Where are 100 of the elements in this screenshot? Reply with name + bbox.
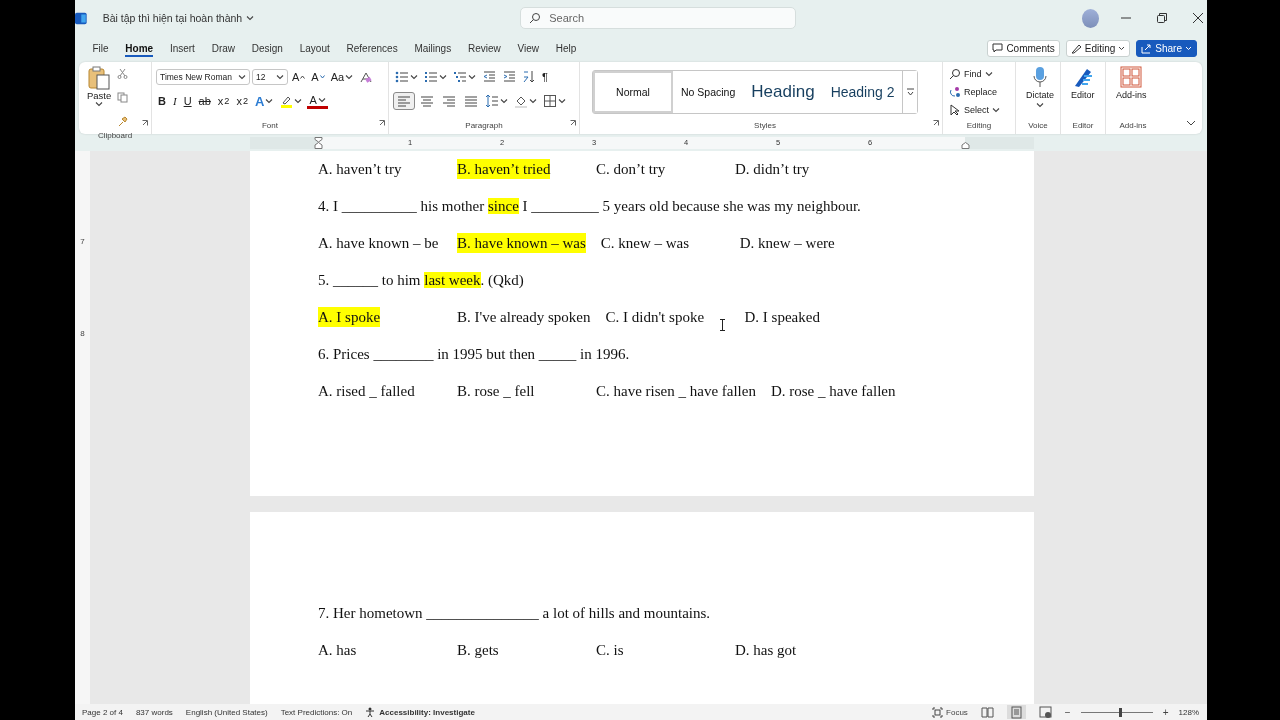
- answer-option: C. have risen _ have fallen: [596, 381, 756, 401]
- document-title[interactable]: Bài tập thì hiện tại hoàn thành: [102, 12, 255, 24]
- comments-button[interactable]: Comments: [987, 39, 1060, 57]
- caret-up-icon: [300, 75, 306, 79]
- replace-button[interactable]: Replace: [947, 84, 1000, 100]
- zoom-in-button[interactable]: +: [1162, 706, 1169, 718]
- caret-icon: [1185, 45, 1192, 51]
- menu-tab[interactable]: Design: [243, 38, 292, 58]
- caret-icon: [992, 107, 1000, 113]
- font-color-button[interactable]: A: [307, 93, 328, 109]
- dictate-button[interactable]: Dictate: [1020, 64, 1060, 120]
- scissors-icon: [117, 67, 129, 79]
- share-icon: [1141, 42, 1153, 54]
- format-button[interactable]: U: [181, 92, 194, 110]
- multilevel-list-icon: [453, 70, 467, 84]
- menu-tab[interactable]: Layout: [291, 38, 339, 58]
- numbered-list-icon: [424, 70, 438, 84]
- grid-icon: [1120, 66, 1143, 88]
- add-ins-button[interactable]: Add-ins: [1110, 64, 1153, 120]
- style-option[interactable]: Normal: [593, 71, 673, 113]
- menu-tab[interactable]: Review: [459, 38, 510, 58]
- dialog-launcher-icon[interactable]: [379, 120, 385, 126]
- question-text: 7. Her hometown _______________ a lot of hills and mountains.: [318, 604, 711, 622]
- right-indent-marker[interactable]: [961, 142, 970, 149]
- menu-tab[interactable]: References: [338, 38, 407, 58]
- restore-icon: [1157, 13, 1168, 23]
- dialog-launcher-icon[interactable]: [933, 120, 939, 126]
- zoom-out-button[interactable]: −: [1064, 706, 1071, 718]
- print-view-icon: [1009, 705, 1023, 719]
- caret-icon: [468, 74, 476, 80]
- align-button[interactable]: [393, 92, 415, 110]
- menu-tab[interactable]: View: [509, 38, 548, 58]
- text-effects-button[interactable]: A: [253, 92, 276, 110]
- paint-bucket-icon: [514, 94, 528, 108]
- focus-button[interactable]: Focus: [932, 706, 968, 718]
- format-button[interactable]: B: [156, 92, 168, 110]
- dialog-launcher-icon[interactable]: [142, 120, 148, 126]
- language-indicator[interactable]: English (United States): [185, 707, 268, 717]
- shrink-font-button[interactable]: A: [309, 68, 327, 86]
- menu-tab[interactable]: Home: [116, 38, 162, 58]
- grow-font-button[interactable]: A: [290, 68, 308, 86]
- answer-option: A. I spoke: [318, 307, 381, 327]
- change-case-button[interactable]: Aa: [328, 68, 356, 86]
- editing-button[interactable]: Editing: [1065, 39, 1131, 57]
- zoom-level[interactable]: 128%: [1178, 707, 1199, 717]
- format-button[interactable]: I: [170, 92, 179, 110]
- dialog-launcher-icon[interactable]: [570, 120, 576, 126]
- text-predictions-status[interactable]: Text Predictions: On: [280, 707, 353, 717]
- caret-icon: [500, 98, 508, 104]
- answer-option: A. rised _ falled: [318, 381, 415, 401]
- question-text: 5. ______ to him last week. (Qkd): [318, 272, 524, 289]
- indent-marker[interactable]: [314, 137, 323, 149]
- caret-icon: [317, 96, 326, 103]
- caret-icon: [238, 74, 246, 80]
- word-logo-icon: [75, 11, 87, 25]
- answer-option: D. I speaked: [744, 307, 820, 327]
- caret-icon: [276, 74, 284, 80]
- avatar[interactable]: [1082, 8, 1100, 28]
- answer-option: B. I've already spoken: [457, 307, 591, 327]
- find-button[interactable]: Find: [947, 66, 995, 82]
- menu-tab[interactable]: Insert: [161, 38, 204, 58]
- zoom-slider-thumb[interactable]: [1118, 707, 1122, 717]
- answer-option: B. have known – was: [457, 233, 586, 253]
- show-marks-button[interactable]: ¶: [540, 68, 550, 86]
- search-field[interactable]: Search: [520, 7, 797, 29]
- answer-option: D. has got: [735, 639, 797, 660]
- answer-option: A. have known – be: [318, 233, 439, 253]
- copy-icon: [117, 91, 129, 103]
- borders-icon: [543, 94, 557, 108]
- group-label: Voice: [1027, 120, 1049, 132]
- format-button[interactable]: ab: [196, 92, 213, 110]
- highlighter-icon: [280, 94, 294, 108]
- align-left-icon: [396, 94, 412, 108]
- clipboard-icon: [88, 66, 111, 90]
- pointer-icon: [949, 104, 961, 116]
- borders-button[interactable]: [541, 92, 568, 110]
- web-view-icon: [1038, 705, 1052, 719]
- page-count[interactable]: Page 2 of 4: [82, 707, 123, 717]
- menu-tab[interactable]: File: [84, 38, 117, 58]
- paste-button[interactable]: Paste: [83, 64, 116, 130]
- select-button[interactable]: Select: [947, 102, 1002, 118]
- align-center-icon: [419, 94, 435, 108]
- more-styles-button[interactable]: [902, 71, 918, 113]
- font-name-field[interactable]: Times New Roman: [156, 69, 250, 85]
- eraser-icon: [359, 70, 373, 84]
- menu-tab[interactable]: Help: [547, 38, 585, 58]
- answer-option: D. knew – were: [739, 233, 835, 253]
- brush-icon: [117, 115, 129, 127]
- search-icon: [529, 12, 542, 24]
- word-count[interactable]: 837 words: [135, 707, 173, 717]
- accessibility-icon: [365, 706, 377, 718]
- font-size-field[interactable]: 12: [252, 69, 288, 85]
- share-button[interactable]: Share: [1136, 39, 1197, 57]
- editor-button[interactable]: Editor: [1065, 64, 1101, 120]
- accessibility-status[interactable]: Accessibility: Investigate: [365, 706, 475, 718]
- caret-icon: [558, 98, 566, 104]
- menu-tab[interactable]: Draw: [203, 38, 244, 58]
- microphone-icon: [1033, 66, 1047, 88]
- menu-tab[interactable]: Mailings: [406, 38, 460, 58]
- line-spacing-button[interactable]: [483, 92, 510, 110]
